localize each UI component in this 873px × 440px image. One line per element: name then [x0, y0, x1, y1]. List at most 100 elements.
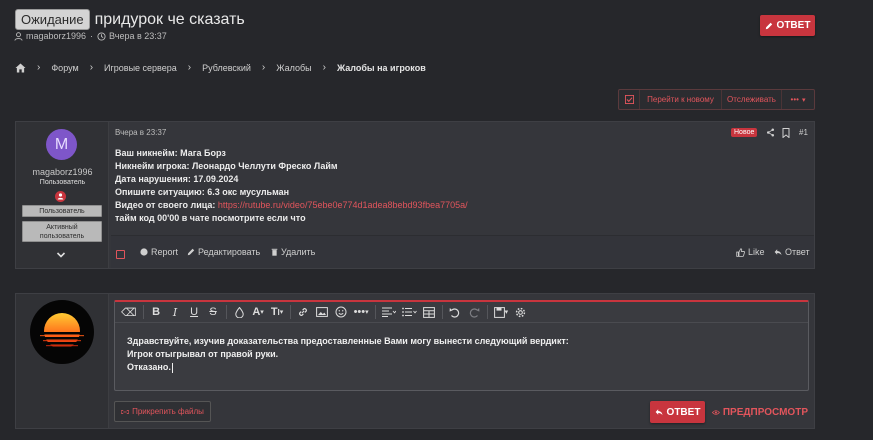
thread-date[interactable]: Вчера в 23:37: [109, 31, 167, 41]
toolbar-divider: [441, 305, 443, 319]
quick-reply: ⌫ B I U S A ▾ T I ▾ ••• ▾ ▾ Здравствуйте…: [15, 293, 815, 429]
toolbar-divider: [142, 305, 144, 319]
meta-separator: ·: [90, 31, 94, 41]
delete-button[interactable]: Удалить: [271, 247, 315, 257]
reply-label: Ответ: [785, 247, 810, 257]
link-icon[interactable]: [297, 305, 310, 320]
image-icon[interactable]: [316, 305, 329, 320]
settings-icon[interactable]: [514, 305, 527, 320]
thread-actions-bar: Перейти к новому Отслеживать ••• ▾: [618, 89, 815, 110]
underline-icon[interactable]: U: [188, 305, 201, 320]
pencil-icon: [765, 22, 772, 29]
breadcrumb-item-game-servers[interactable]: Игровые сервера: [104, 63, 177, 73]
breadcrumb-item-server[interactable]: Рублевский: [202, 63, 251, 73]
reply-button-label: ОТВЕТ: [776, 20, 811, 31]
user-title: Пользователь: [39, 179, 86, 186]
more-actions-button[interactable]: ••• ▾: [782, 90, 814, 109]
jump-to-new-button[interactable]: Перейти к новому: [640, 90, 722, 109]
toolbar-divider: [289, 305, 291, 319]
post-date[interactable]: Вчера в 23:37: [115, 128, 166, 137]
home-icon[interactable]: [15, 62, 26, 73]
post-username[interactable]: magaborz1996: [16, 167, 109, 177]
share-icon[interactable]: [766, 128, 775, 137]
attach-files-label: Прикрепить файлы: [132, 407, 204, 416]
bookmark-icon[interactable]: [782, 128, 790, 138]
post-line: Никнейм игрока: Леонардо Челлути Фреско …: [115, 161, 338, 171]
like-label: Like: [748, 247, 765, 257]
reply-user-panel: [16, 294, 109, 428]
more-options-icon[interactable]: ••• ▾: [354, 305, 369, 320]
preview-button[interactable]: ПРЕДПРОСМОТР: [712, 401, 808, 423]
redo-icon[interactable]: [468, 305, 481, 320]
text-caret: [171, 362, 173, 373]
more-actions-label: •••: [790, 95, 799, 104]
chevron-down-icon: ▾: [801, 96, 806, 104]
save-draft-icon[interactable]: ▾: [493, 305, 508, 320]
post-user-panel: M magaborz1996 Пользователь Пользователь…: [16, 122, 109, 268]
post-line-video: Видео от своего лица: https://rutube.ru/…: [115, 199, 468, 212]
editor-line: Игрок отыгрывал от правой руки.: [127, 349, 279, 359]
eye-icon: [712, 409, 720, 415]
list-icon[interactable]: [401, 305, 417, 320]
video-link[interactable]: https://rutube.ru/video/75ebe0e774d1adea…: [218, 200, 468, 210]
breadcrumb-separator: ›: [187, 62, 192, 73]
report-button[interactable]: Report: [140, 247, 178, 257]
align-icon[interactable]: [381, 305, 396, 320]
post-footer: Report Редактировать Удалить Like Ответ: [111, 235, 814, 268]
breadcrumb-item-complaints[interactable]: Жалобы: [276, 63, 311, 73]
editor-line: Отказано.: [127, 362, 171, 372]
smiley-icon[interactable]: [335, 305, 348, 320]
attach-files-button[interactable]: Прикрепить файлы: [114, 401, 211, 422]
table-icon[interactable]: [423, 305, 436, 320]
bold-icon[interactable]: B: [150, 305, 163, 320]
delete-label: Удалить: [281, 247, 316, 257]
thread-title: придурок че сказать: [94, 10, 245, 28]
rich-text-editor[interactable]: ⌫ B I U S A ▾ T I ▾ ••• ▾ ▾ Здравствуйте…: [114, 300, 809, 391]
text-color-icon[interactable]: [233, 305, 246, 320]
paperclip-icon: [121, 409, 130, 414]
select-post-checkbox[interactable]: [116, 250, 125, 259]
font-size-icon[interactable]: T I ▾: [271, 305, 284, 320]
toolbar-divider: [486, 305, 488, 319]
editor-content[interactable]: Здравствуйте, изучив доказательства пред…: [115, 323, 808, 386]
thread-title-row: Ожидание придурок че сказать: [15, 9, 245, 30]
user-banner-active-line1: Активный: [46, 224, 78, 231]
user-banner-active: Активный пользователь: [22, 221, 102, 242]
breadcrumb-item-current[interactable]: Жалобы на игроков: [337, 63, 426, 73]
select-thread-checkbox[interactable]: [619, 90, 640, 109]
thread-prefix-badge[interactable]: Ожидание: [15, 9, 90, 30]
post-content: Ваш никнейм: Мага Борз Никнейм игрока: Л…: [115, 147, 468, 225]
video-label: Видео от своего лица:: [115, 200, 218, 210]
new-badge: Новое: [731, 128, 758, 137]
avatar[interactable]: [30, 300, 94, 364]
submit-reply-button[interactable]: ОТВЕТ: [650, 401, 705, 423]
role-badge-icon: [55, 191, 66, 202]
reply-icon: [655, 409, 662, 416]
post-body: Вчера в 23:37 Новое #1 Ваш никнейм: Мага…: [111, 122, 814, 268]
thread-meta: magaborz1996 · Вчера в 23:37: [14, 31, 167, 41]
undo-icon[interactable]: [449, 305, 462, 320]
watch-button[interactable]: Отслеживать: [722, 90, 782, 109]
breadcrumb-separator: ›: [37, 62, 41, 73]
eraser-icon[interactable]: ⌫: [121, 305, 137, 320]
chevron-down-icon[interactable]: [56, 250, 66, 260]
breadcrumb-item-forum[interactable]: Форум: [51, 63, 78, 73]
avatar[interactable]: M: [46, 129, 77, 160]
edit-button[interactable]: Редактировать: [187, 247, 260, 257]
font-family-icon[interactable]: A ▾: [252, 305, 265, 320]
italic-icon[interactable]: I: [169, 305, 182, 320]
strikethrough-icon[interactable]: S: [207, 305, 220, 320]
edit-label: Редактировать: [198, 247, 261, 257]
reply-button-top[interactable]: ОТВЕТ: [760, 15, 815, 36]
like-button[interactable]: Like: [736, 247, 765, 257]
post-line: Опишите ситуацию: 6.3 окс мусульман: [115, 187, 290, 197]
trash-icon: [271, 248, 278, 256]
breadcrumb-separator: ›: [89, 62, 94, 73]
editor-line: Здравствуйте, изучив доказательства пред…: [127, 336, 569, 346]
thread-author[interactable]: magaborz1996: [26, 31, 86, 41]
thumbs-up-icon: [736, 247, 745, 257]
reply-button[interactable]: Ответ: [774, 247, 810, 257]
post-number[interactable]: #1: [799, 128, 808, 137]
toolbar-divider: [374, 305, 376, 319]
editor-toolbar: ⌫ B I U S A ▾ T I ▾ ••• ▾ ▾: [115, 302, 808, 323]
